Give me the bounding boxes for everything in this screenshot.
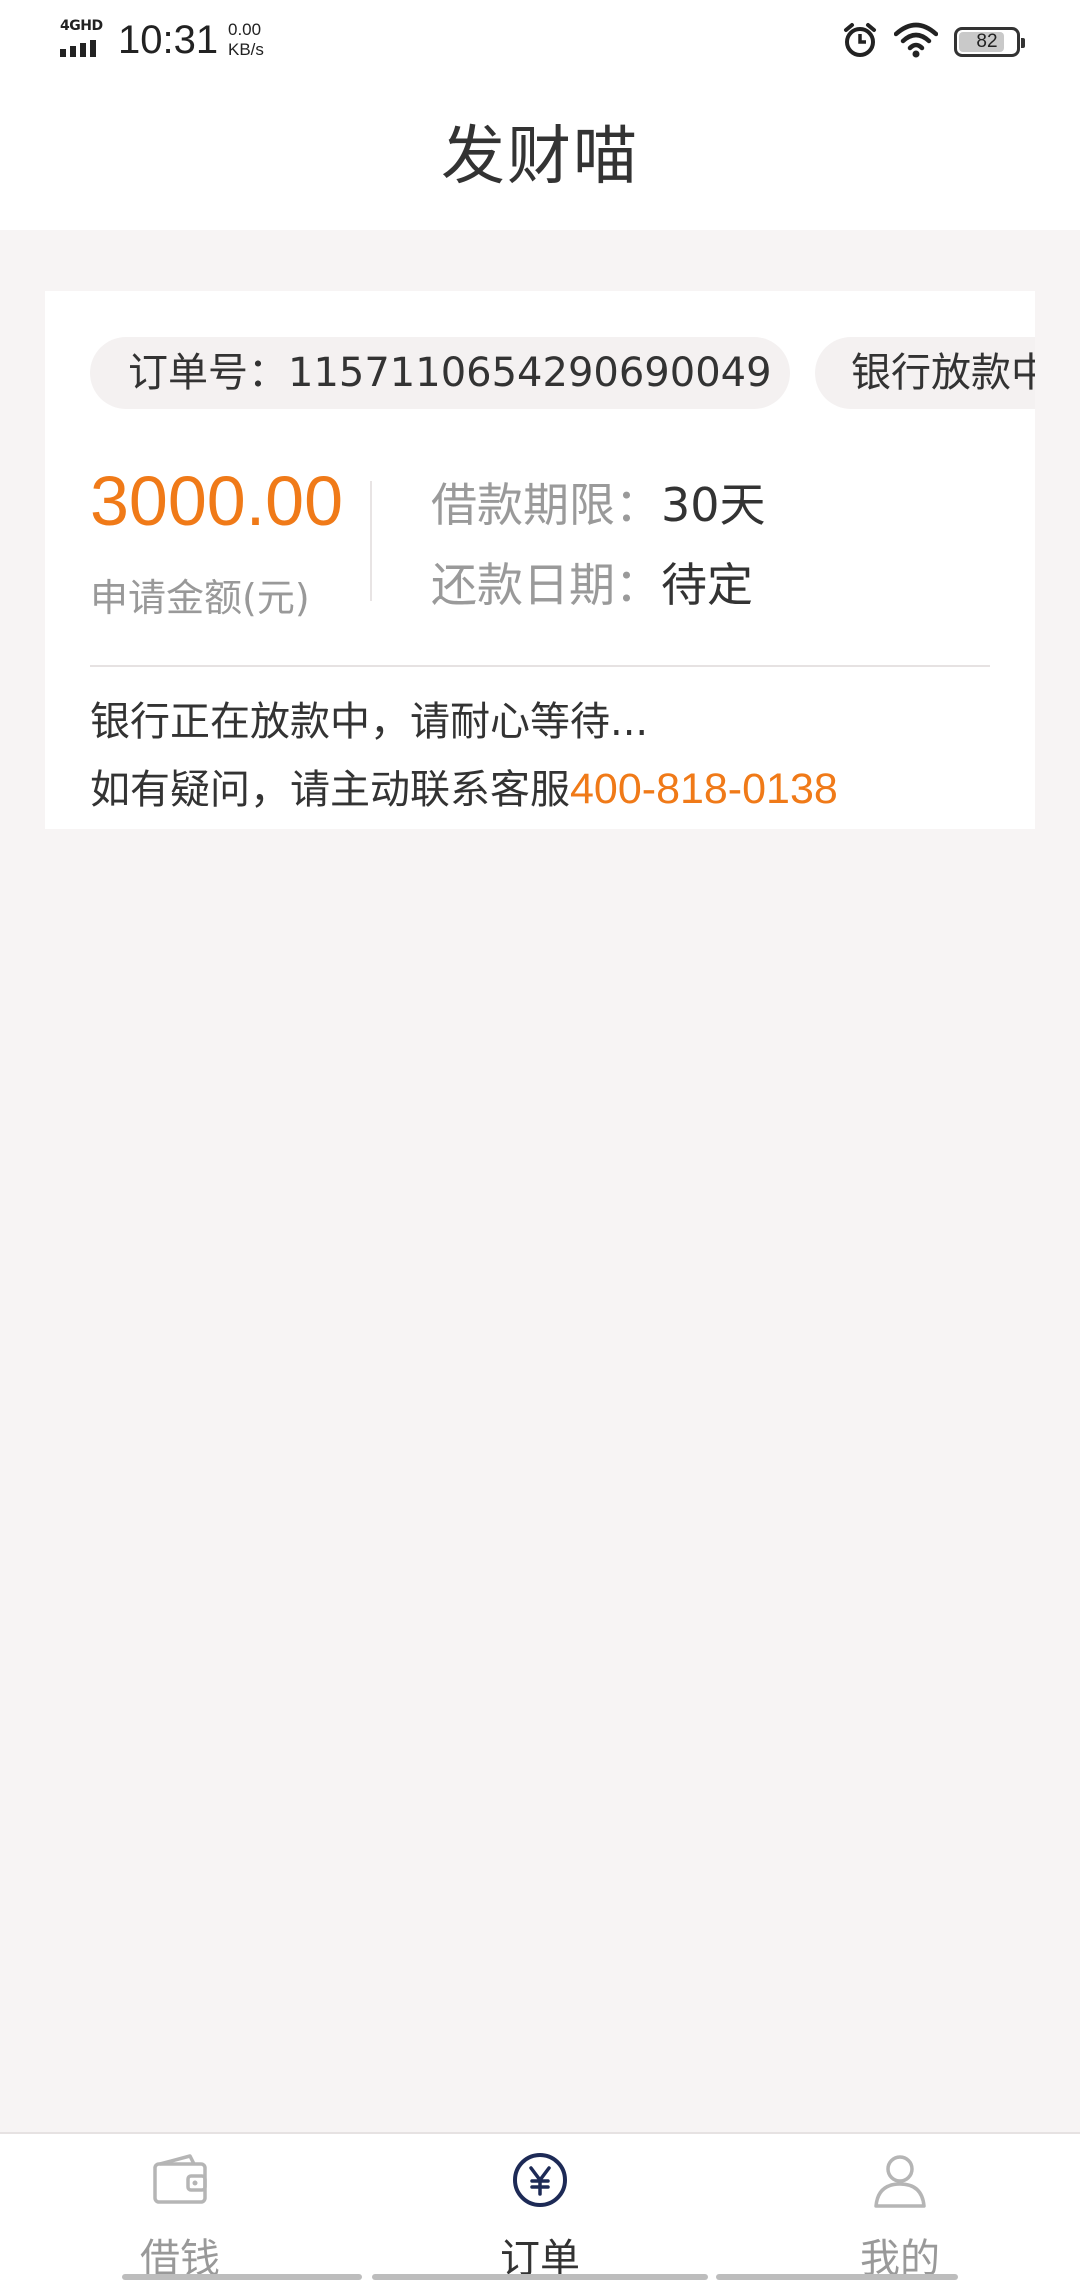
support-message: 如有疑问，请主动联系客服400-818-0138 xyxy=(90,757,838,815)
tab-loan[interactable]: 借钱 xyxy=(60,2134,300,2280)
repay-date-value: 待定 xyxy=(661,558,753,612)
tab-loan-label: 借钱 xyxy=(140,2236,220,2280)
battery-icon: 82 xyxy=(954,27,1025,57)
status-badge: 银行放款中 xyxy=(815,337,1035,409)
loan-term-value: 30天 xyxy=(661,478,766,532)
nav-indicator xyxy=(716,2274,958,2280)
wifi-icon xyxy=(893,22,939,62)
loan-term-label: 借款期限： xyxy=(431,478,661,532)
nav-indicator xyxy=(372,2274,708,2280)
alarm-icon xyxy=(842,22,878,62)
tab-order-label: 订单 xyxy=(500,2236,580,2280)
loan-amount-label: 申请金额(元) xyxy=(90,576,310,620)
tab-mine-label: 我的 xyxy=(860,2236,940,2280)
order-number-label: 订单号： xyxy=(128,350,288,396)
page-title: 发财喵 xyxy=(441,120,639,194)
support-phone-link[interactable]: 400-818-0138 xyxy=(570,765,838,813)
yen-circle-icon xyxy=(510,2150,570,2210)
status-message: 银行正在放款中，请耐心等待... xyxy=(90,699,649,745)
status-icons: 82 xyxy=(842,22,1025,62)
loan-term-row: 借款期限：30天 xyxy=(431,469,766,535)
network-type: 4GHD xyxy=(60,18,103,34)
tab-order[interactable]: 订单 xyxy=(420,2134,660,2280)
tab-mine[interactable]: 我的 xyxy=(780,2134,1020,2280)
user-icon xyxy=(870,2150,930,2210)
status-bar: 4GHD 10:31 0.00 KB/s 82 xyxy=(0,0,1080,84)
order-card[interactable]: 订单号：1157110654290690049 银行放款中 3000.00 申请… xyxy=(45,291,1035,829)
battery-level: 82 xyxy=(976,31,998,52)
network-speed-value: 0.00 xyxy=(228,20,262,39)
nav-indicator xyxy=(122,2274,362,2280)
network-speed: 0.00 KB/s xyxy=(228,20,264,60)
status-time: 10:31 xyxy=(118,18,219,62)
repay-date-row: 还款日期：待定 xyxy=(431,549,753,615)
network-speed-unit: KB/s xyxy=(228,40,264,59)
bottom-tab-bar: 借钱 订单 我的 xyxy=(0,2132,1080,2280)
order-number: 1157110654290690049 xyxy=(288,350,772,396)
wallet-icon xyxy=(150,2150,210,2210)
support-message-text: 如有疑问，请主动联系客服 xyxy=(90,767,570,813)
vertical-divider xyxy=(370,481,372,601)
signal-icon xyxy=(60,40,96,57)
order-number-pill: 订单号：1157110654290690049 xyxy=(90,337,790,409)
card-divider xyxy=(90,665,990,667)
repay-date-label: 还款日期： xyxy=(431,558,661,612)
app-header: 发财喵 xyxy=(0,84,1080,230)
loan-amount: 3000.00 xyxy=(90,462,344,540)
